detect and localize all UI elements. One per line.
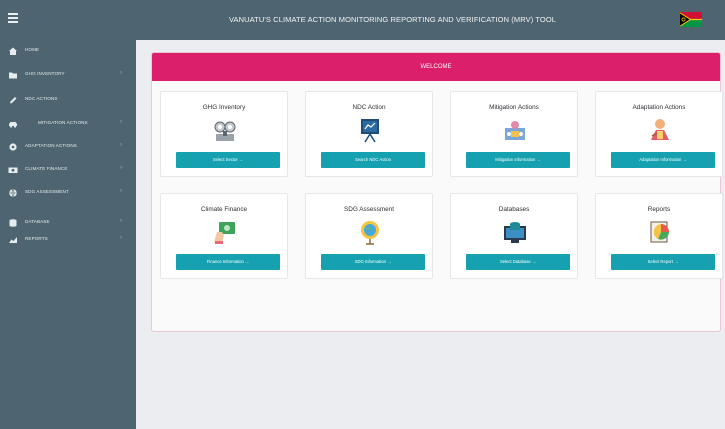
chevron-right-icon: › <box>120 142 122 148</box>
sidebar-item-climate-finance[interactable]: CLIMATE FINANCE › <box>0 163 136 177</box>
select-report-button[interactable]: Select Report → <box>611 254 715 270</box>
finance-information-button[interactable]: Finance Information → <box>176 254 280 270</box>
sidebar-item-label: MITIGATION ACTIONS <box>38 120 88 125</box>
money-icon <box>8 165 18 175</box>
card-title: Climate Finance <box>200 206 248 213</box>
card-title: NDC Action <box>352 104 386 111</box>
chevron-right-icon: › <box>120 165 122 171</box>
sidebar-item-sdg-assessment[interactable]: SDG ASSESSMENT › <box>0 186 136 200</box>
sidebar: HOME GHG INVENTORY › NDC ACTIONS MITIGAT… <box>0 40 136 429</box>
sidebar-item-adaptation-actions[interactable]: ADAPTATION ACTIONS › <box>0 140 136 154</box>
ndc-action-icon <box>356 116 384 144</box>
globe-icon <box>8 188 18 198</box>
hamburger-icon[interactable] <box>8 11 20 27</box>
sidebar-item-reports[interactable]: REPORTS › <box>0 233 136 247</box>
home-icon <box>8 46 18 56</box>
climate-finance-icon <box>211 218 239 246</box>
chevron-right-icon: › <box>120 218 122 224</box>
sidebar-item-label: GHG INVENTORY <box>25 71 65 76</box>
card-title: Adaptation Actions <box>632 104 686 111</box>
chevron-right-icon: › <box>120 235 122 241</box>
sidebar-item-database[interactable]: DATABASE › <box>0 216 136 230</box>
vanuatu-flag-icon <box>680 12 702 27</box>
sidebar-item-label: HOME <box>25 47 40 52</box>
card-title: Mitigation Actions <box>489 104 539 111</box>
search-ndc-action-button[interactable]: Search NDC Action <box>321 152 425 168</box>
sidebar-item-ghg-inventory[interactable]: GHG INVENTORY › <box>0 68 136 82</box>
car-icon <box>8 119 18 129</box>
card-title: Reports <box>647 206 671 213</box>
card-climate-finance: Climate Finance Finance Information → <box>160 193 288 279</box>
adaptation-information-button[interactable]: Adaptation Information → <box>611 152 715 168</box>
card-sdg-assessment: SDG Assessment SDG Information → <box>305 193 433 279</box>
sidebar-item-label: CLIMATE FINANCE <box>25 166 68 171</box>
top-bar: VANUATU'S CLIMATE ACTION MONITORING REPO… <box>0 0 725 40</box>
sidebar-item-label: NDC ACTIONS <box>25 96 58 101</box>
adaptation-actions-icon <box>646 116 674 144</box>
mitigation-actions-icon <box>501 116 529 144</box>
chevron-right-icon: › <box>120 119 122 125</box>
sidebar-item-label: DATABASE <box>25 219 50 224</box>
welcome-title: WELCOME <box>420 64 452 70</box>
database-icon <box>8 218 18 228</box>
sidebar-item-label: REPORTS <box>25 236 48 241</box>
dashboard-panel: WELCOME GHG Inventory Select Sector → ND… <box>151 52 723 332</box>
ghg-inventory-icon <box>211 116 239 144</box>
select-database-button[interactable]: Select Database → <box>466 254 570 270</box>
chevron-right-icon: › <box>120 188 122 194</box>
chevron-right-icon: › <box>120 70 122 76</box>
card-title: SDG Assessment <box>343 206 395 213</box>
main-content: WELCOME GHG Inventory Select Sector → ND… <box>136 40 725 429</box>
sdg-information-button[interactable]: SDG Information → <box>321 254 425 270</box>
welcome-banner: WELCOME <box>152 53 720 81</box>
card-databases: Databases Select Database → <box>450 193 578 279</box>
card-title: Databases <box>498 206 530 213</box>
sidebar-item-label: SDG ASSESSMENT <box>25 189 69 194</box>
sdg-assessment-icon <box>356 218 384 246</box>
mitigation-information-button[interactable]: Mitigation Information → <box>466 152 570 168</box>
card-adaptation-actions: Adaptation Actions Adaptation Informatio… <box>595 91 723 177</box>
databases-icon <box>501 218 529 246</box>
sidebar-item-ndc-actions[interactable]: NDC ACTIONS <box>0 93 136 107</box>
app-title: VANUATU'S CLIMATE ACTION MONITORING REPO… <box>228 15 557 24</box>
card-mitigation-actions: Mitigation Actions Mitigation Informatio… <box>450 91 578 177</box>
sidebar-item-home[interactable]: HOME <box>0 44 136 58</box>
folder-icon <box>8 70 18 80</box>
reports-icon <box>646 218 674 246</box>
sidebar-item-mitigation-actions[interactable]: MITIGATION ACTIONS › <box>0 117 136 131</box>
chart-icon <box>8 235 18 245</box>
sidebar-item-label: ADAPTATION ACTIONS <box>25 143 77 148</box>
gear-icon <box>8 142 18 152</box>
card-title: GHG Inventory <box>202 104 246 111</box>
select-sector-button[interactable]: Select Sector → <box>176 152 280 168</box>
card-ndc-action: NDC Action Search NDC Action <box>305 91 433 177</box>
card-reports: Reports Select Report → <box>595 193 723 279</box>
pencil-icon <box>8 95 18 105</box>
card-ghg-inventory: GHG Inventory Select Sector → <box>160 91 288 177</box>
